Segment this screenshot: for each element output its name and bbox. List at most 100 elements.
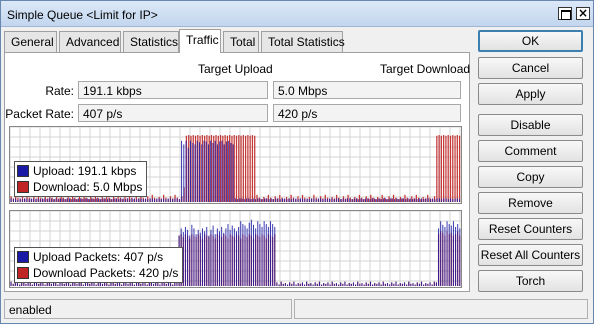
status-text: enabled xyxy=(4,299,292,319)
tab-total[interactable]: Total xyxy=(223,31,259,52)
upload-bar xyxy=(225,141,227,202)
upload-bar xyxy=(268,199,270,202)
upload-bar xyxy=(293,281,295,286)
upload-bar xyxy=(10,281,12,286)
upload-bar xyxy=(325,283,327,286)
download-bar xyxy=(440,135,442,202)
upload-bar xyxy=(118,199,120,202)
upload-bar xyxy=(364,198,366,202)
upload-bar xyxy=(455,226,457,286)
upload-bar xyxy=(378,282,380,286)
upload-bar xyxy=(259,224,261,286)
upload-bar xyxy=(210,229,212,286)
upload-bar xyxy=(129,199,131,202)
upload-bar xyxy=(408,281,410,286)
upload-bar xyxy=(425,198,427,202)
upload-bar xyxy=(335,283,337,286)
close-icon[interactable]: × xyxy=(576,7,590,20)
upload-bar xyxy=(323,283,325,286)
upload-bar xyxy=(344,281,346,286)
upload-bar xyxy=(450,198,452,202)
upload-bar xyxy=(304,284,306,286)
upload-bar xyxy=(48,198,50,202)
upload-bar xyxy=(199,232,201,286)
upload-bar xyxy=(55,198,57,202)
upload-bar xyxy=(363,284,365,286)
upload-bar xyxy=(457,224,459,286)
upload-bar xyxy=(321,284,323,286)
upload-bar xyxy=(405,199,407,202)
upload-bar xyxy=(342,198,344,202)
upload-bar xyxy=(387,283,388,286)
reset-counters-button[interactable]: Reset Counters xyxy=(478,218,583,240)
remove-button[interactable]: Remove xyxy=(478,192,583,214)
legend-upload-label: Upload: 191.1 kbps xyxy=(33,164,137,178)
upload-bar xyxy=(10,198,12,202)
legend-download: Download: 5.0 Mbps xyxy=(17,179,142,195)
upload-bar xyxy=(322,199,324,202)
torch-button[interactable]: Torch xyxy=(478,270,583,292)
upload-bar xyxy=(412,283,414,286)
upload-bar xyxy=(351,199,353,202)
upload-bar xyxy=(214,140,216,202)
upload-bar xyxy=(315,199,317,202)
upload-bar xyxy=(416,282,418,286)
upload-bar xyxy=(106,283,108,286)
upload-bar xyxy=(184,226,186,286)
upload-bar xyxy=(250,219,252,286)
tab-total-statistics[interactable]: Total Statistics xyxy=(261,31,345,52)
upload-bar xyxy=(28,199,30,202)
cancel-button[interactable]: Cancel xyxy=(478,57,583,79)
download-bar xyxy=(386,199,388,202)
download-bar xyxy=(461,135,462,202)
upload-bar xyxy=(329,198,331,202)
title-bar[interactable]: Simple Queue <Limit for IP> × xyxy=(1,1,593,27)
upload-bar xyxy=(376,283,378,286)
tab-advanced[interactable]: Advanced xyxy=(59,31,121,52)
upload-bar xyxy=(306,198,308,202)
upload-bar xyxy=(416,199,418,202)
copy-button[interactable]: Copy xyxy=(478,166,583,188)
upload-bar xyxy=(304,199,306,202)
upload-bar xyxy=(391,198,393,202)
disable-button[interactable]: Disable xyxy=(478,114,583,136)
upload-bar xyxy=(421,198,423,202)
ok-button[interactable]: OK xyxy=(478,30,583,52)
upload-bar xyxy=(340,199,342,202)
upload-bar xyxy=(369,281,371,286)
upload-swatch xyxy=(17,165,29,177)
legend-upload-packets-label: Upload Packets: 407 p/s xyxy=(33,250,164,264)
packet-rate-label: Packet Rate: xyxy=(5,107,74,121)
upload-bar xyxy=(440,221,442,286)
upload-bar xyxy=(326,199,328,202)
upload-bar xyxy=(120,198,122,202)
upload-bar xyxy=(39,199,41,202)
upload-bar xyxy=(116,198,118,202)
apply-button[interactable]: Apply xyxy=(478,83,583,105)
upload-bar xyxy=(159,284,161,286)
upload-bar xyxy=(21,199,23,202)
reset-all-counters-button[interactable]: Reset All Counters xyxy=(478,244,583,266)
upload-bar xyxy=(374,283,376,286)
upload-bar xyxy=(427,198,429,202)
upload-bar xyxy=(73,198,75,202)
upload-bar xyxy=(308,283,310,286)
tab-traffic[interactable]: Traffic xyxy=(179,29,221,53)
upload-bar xyxy=(231,225,233,286)
target-download-header: Target Download xyxy=(380,62,471,76)
download-swatch xyxy=(17,181,29,193)
maximize-icon[interactable] xyxy=(558,7,572,20)
comment-button[interactable]: Comment xyxy=(478,140,583,162)
upload-bar xyxy=(445,198,447,202)
upload-bar xyxy=(181,140,183,202)
download-bar xyxy=(436,135,438,202)
upload-bar xyxy=(293,198,295,202)
tab-statistics[interactable]: Statistics xyxy=(123,31,179,52)
upload-bar xyxy=(299,283,301,286)
upload-bar xyxy=(312,284,314,286)
upload-bar xyxy=(75,199,77,202)
upload-bar xyxy=(15,198,17,202)
upload-bar xyxy=(100,199,102,202)
tab-general[interactable]: General xyxy=(4,31,57,52)
upload-bar xyxy=(38,283,40,286)
